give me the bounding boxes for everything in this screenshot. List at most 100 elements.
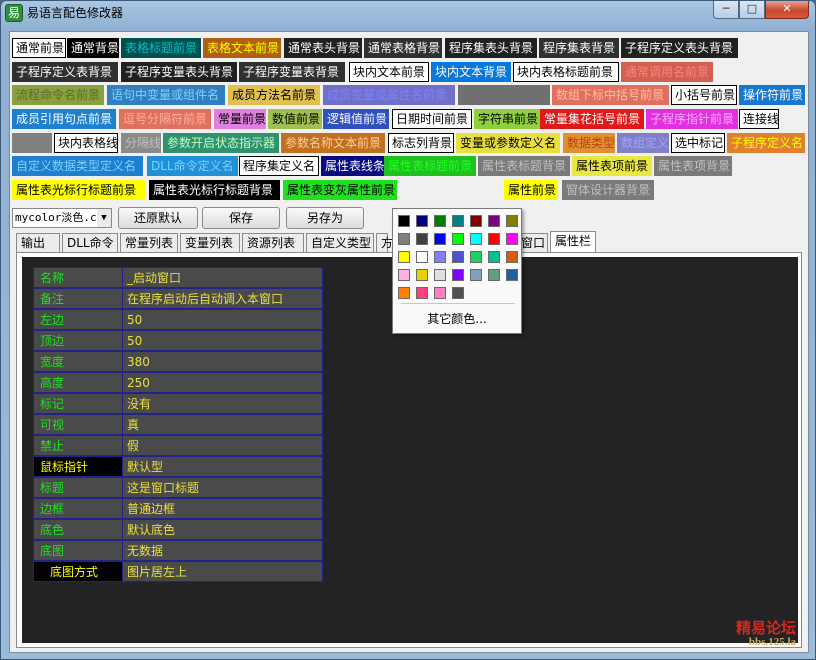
color-item-19[interactable]: 成员方法名前景 <box>228 85 320 105</box>
tab-1[interactable]: 输出 <box>16 233 60 253</box>
color-item-54[interactable]: 属性表光标行标题前景 <box>12 180 145 200</box>
color-swatch[interactable] <box>488 269 500 281</box>
color-item-8[interactable]: 程序集表背景 <box>539 38 619 58</box>
color-item-12[interactable]: 子程序变量表背景 <box>239 62 345 82</box>
property-row[interactable]: 备注 在程序启动后自动调入本窗口 <box>33 288 323 309</box>
color-item-20[interactable]: 成员变量或属性名前景 <box>323 85 455 105</box>
color-swatch[interactable] <box>470 251 482 263</box>
color-item-21[interactable] <box>458 85 550 105</box>
tab-4[interactable]: 变量列表 <box>180 233 240 253</box>
property-value[interactable]: 默认底色 <box>122 519 323 540</box>
color-item-7[interactable]: 程序集表头背景 <box>445 38 537 58</box>
color-item-56[interactable]: 属性表变灰属性前景 <box>283 180 397 200</box>
property-value[interactable]: 无数据 <box>122 540 323 561</box>
property-value[interactable]: 50 <box>122 309 323 330</box>
color-item-11[interactable]: 子程序变量表头背景 <box>121 62 237 82</box>
color-item-35[interactable] <box>12 133 52 153</box>
property-value[interactable]: 250 <box>122 372 323 393</box>
color-swatch[interactable] <box>416 233 428 245</box>
color-item-40[interactable]: 标志列背景 <box>388 133 454 153</box>
color-item-41[interactable]: 变量或参数定义名 <box>456 133 560 153</box>
tab-5[interactable]: 资源列表 <box>242 233 304 253</box>
color-item-25[interactable]: 成员引用句点前景 <box>12 109 116 129</box>
color-item-23[interactable]: 小括号前景 <box>671 85 737 105</box>
color-item-51[interactable]: 属性表标题背景 <box>478 156 570 176</box>
color-item-47[interactable]: DLL命令定义名 <box>147 156 238 176</box>
property-value[interactable]: 在程序启动后自动调入本窗口 <box>122 288 323 309</box>
chevron-down-icon[interactable]: ▼ <box>97 209 111 227</box>
color-item-5[interactable]: 通常表头背景 <box>284 38 362 58</box>
color-item-45[interactable]: 子程序定义名 <box>727 133 805 153</box>
color-swatch[interactable] <box>506 269 518 281</box>
color-item-42[interactable]: 数据类型 <box>563 133 615 153</box>
color-item-22[interactable]: 数组下标中括号前景 <box>552 85 669 105</box>
color-item-6[interactable]: 通常表格背景 <box>364 38 442 58</box>
property-row[interactable]: 鼠标指针 默认型 <box>33 456 323 477</box>
tab-3[interactable]: 常量列表 <box>120 233 178 253</box>
color-swatch[interactable] <box>434 215 446 227</box>
color-swatch[interactable] <box>452 215 464 227</box>
property-value[interactable]: 这是窗口标题 <box>122 477 323 498</box>
property-row[interactable]: 可视真 <box>33 414 323 435</box>
close-button[interactable]: ✕ <box>765 1 809 19</box>
color-item-46[interactable]: 自定义数据类型定义名 <box>12 156 143 176</box>
minimize-button[interactable]: ─ <box>713 1 739 19</box>
property-row[interactable]: 宽度 380 <box>33 351 323 372</box>
color-swatch[interactable] <box>470 233 482 245</box>
color-item-27[interactable]: 常量前景 <box>214 109 266 129</box>
color-item-30[interactable]: 日期时间前景 <box>392 109 472 129</box>
color-swatch[interactable] <box>398 251 410 263</box>
property-row[interactable]: 高度 250 <box>33 372 323 393</box>
color-item-53[interactable]: 属性表项背景 <box>654 156 732 176</box>
property-row[interactable]: 禁止假 <box>33 435 323 456</box>
more-colors-item[interactable]: 其它颜色... <box>393 309 521 329</box>
property-row[interactable]: 标记 没有 <box>33 393 323 414</box>
color-swatch[interactable] <box>470 215 482 227</box>
color-swatch[interactable] <box>506 233 518 245</box>
color-swatch[interactable] <box>506 251 518 263</box>
save-button[interactable]: 保存 <box>202 207 280 229</box>
color-swatch[interactable] <box>398 287 410 299</box>
property-value[interactable]: 普通边框 <box>122 498 323 519</box>
color-item-28[interactable]: 数值前景 <box>268 109 322 129</box>
property-value[interactable]: 380 <box>122 351 323 372</box>
property-row[interactable]: 底图 无数据 <box>33 540 323 561</box>
tab-9[interactable]: 属性栏 <box>550 231 596 253</box>
property-row[interactable]: 底色 默认底色 <box>33 519 323 540</box>
color-item-50[interactable]: 属性表标题前景 <box>384 156 476 176</box>
color-swatch[interactable] <box>488 251 500 263</box>
color-swatch[interactable] <box>434 269 446 281</box>
color-item-2[interactable]: 通常背景 <box>67 38 119 58</box>
color-item-36[interactable]: 块内表格线 <box>54 133 118 153</box>
color-item-49[interactable]: 属性表线条 <box>321 156 387 176</box>
property-row[interactable]: 边框 普通边框 <box>33 498 323 519</box>
restore-default-button[interactable]: 还原默认 <box>118 207 198 229</box>
color-item-9[interactable]: 子程序定义表头背景 <box>621 38 738 58</box>
color-item-10[interactable]: 子程序定义表背景 <box>12 62 118 82</box>
color-item-44[interactable]: 选中标记 <box>671 133 725 153</box>
color-item-26[interactable]: 逗号分隔符前景 <box>119 109 211 129</box>
property-value[interactable]: 没有 <box>122 393 323 414</box>
color-item-15[interactable]: 块内表格标题前景 <box>513 62 619 82</box>
color-item-32[interactable]: 常量集花括号前景 <box>540 109 644 129</box>
color-item-58[interactable]: 窗体设计器背景 <box>562 180 654 200</box>
title-bar[interactable]: 易 易语言配色修改器 ─ □ ✕ <box>1 1 815 29</box>
property-row[interactable]: 顶边 50 <box>33 330 323 351</box>
color-swatch[interactable] <box>398 233 410 245</box>
color-swatch[interactable] <box>488 215 500 227</box>
tab-7[interactable]: 方 <box>376 233 393 253</box>
color-item-17[interactable]: 流程命令名前景 <box>12 85 104 105</box>
color-item-18[interactable]: 语句中变量或组件名 <box>107 85 225 105</box>
property-row[interactable]: 底图方式 图片居左上 <box>33 561 323 582</box>
color-item-38[interactable]: 参数开启状态指示器 <box>163 133 279 153</box>
color-swatch[interactable] <box>416 215 428 227</box>
property-value[interactable]: 假 <box>122 435 323 456</box>
property-value[interactable]: 图片居左上 <box>122 561 323 582</box>
color-swatch[interactable] <box>452 269 464 281</box>
color-swatch[interactable] <box>434 233 446 245</box>
color-item-16[interactable]: 通常调用名前景 <box>621 62 713 82</box>
color-swatch[interactable] <box>434 287 446 299</box>
color-swatch[interactable] <box>452 233 464 245</box>
color-item-55[interactable]: 属性表光标行标题背景 <box>149 180 280 200</box>
color-swatch[interactable] <box>416 287 428 299</box>
